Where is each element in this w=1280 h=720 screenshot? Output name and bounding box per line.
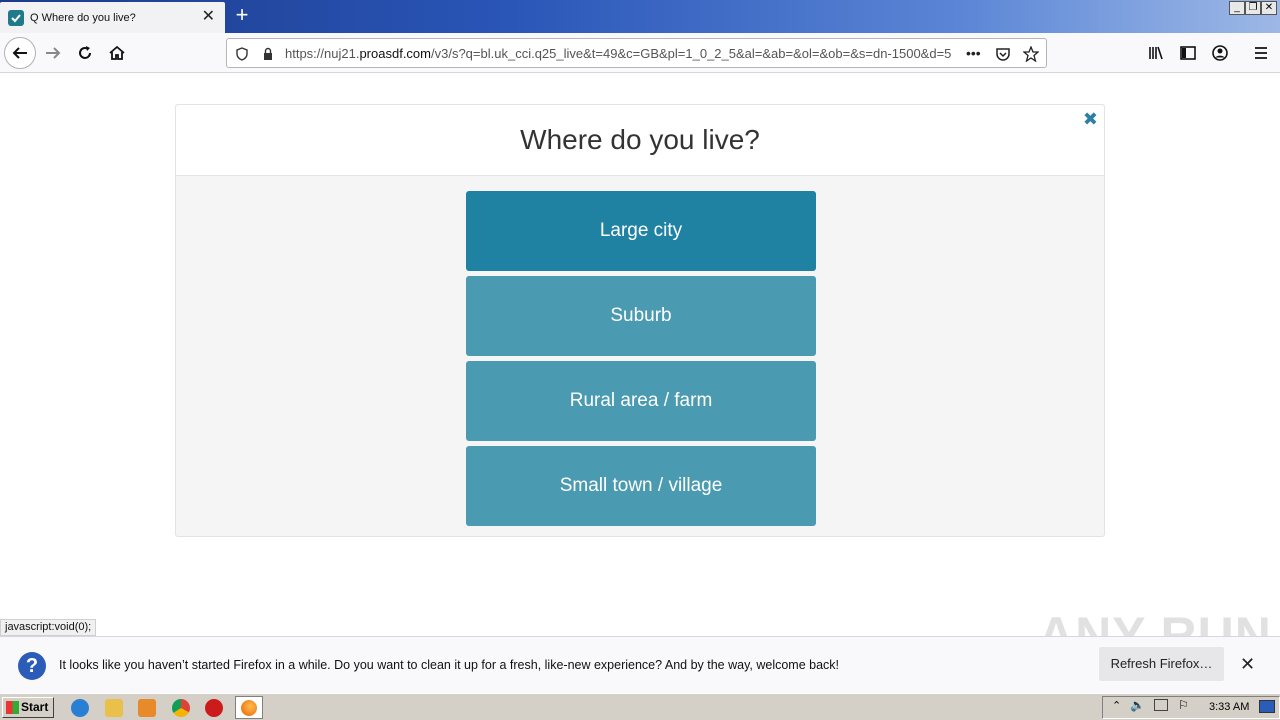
window-close-icon[interactable]: ✕ xyxy=(1261,1,1277,15)
option-button-suburb[interactable]: Suburb xyxy=(466,276,816,356)
survey-header: Where do you live? ✖ xyxy=(176,105,1104,176)
survey-options: Large city Suburb Rural area / farm Small t… xyxy=(466,191,816,531)
page-actions-icon[interactable]: ••• xyxy=(966,45,981,61)
opera-icon[interactable] xyxy=(205,699,223,717)
show-desktop-icon[interactable] xyxy=(1259,700,1275,713)
media-player-icon[interactable] xyxy=(138,699,156,717)
library-icon[interactable] xyxy=(1142,39,1170,67)
tray-expand-icon[interactable]: ⌃ xyxy=(1112,699,1121,712)
system-tray xyxy=(1102,696,1280,719)
close-icon[interactable]: ✖ xyxy=(1083,109,1098,130)
internet-explorer-icon[interactable] xyxy=(71,699,89,717)
shield-icon[interactable] xyxy=(233,45,251,63)
tab-title: Q Where do you live? xyxy=(30,11,136,24)
window-titlebar: Q Where do you live? ✕ + _ ❐ ✕ xyxy=(0,0,1280,33)
start-button[interactable]: Start xyxy=(2,697,54,718)
notification-bar: ? It looks like you haven’t started Fire… xyxy=(0,636,1280,693)
notification-close-icon[interactable]: ✕ xyxy=(1240,655,1255,673)
windows-taskbar: Start ⌃ 🔈 ⚐ 3:33 AM xyxy=(0,693,1280,720)
minimize-icon[interactable]: _ xyxy=(1229,1,1245,15)
reload-icon[interactable] xyxy=(71,39,99,67)
account-icon[interactable] xyxy=(1206,39,1234,67)
survey-panel: Where do you live? ✖ Large city Suburb Rur… xyxy=(175,104,1105,537)
forward-arrow-icon[interactable] xyxy=(39,39,67,67)
windows-logo-icon xyxy=(6,701,19,714)
lock-icon[interactable] xyxy=(259,45,277,63)
status-link-preview: javascript:void(0); xyxy=(0,619,97,636)
new-tab-icon[interactable]: + xyxy=(230,4,254,28)
back-arrow-icon[interactable] xyxy=(4,37,36,69)
navigation-toolbar: https://nuj21.proasdf.com/v3/s?q=bl.uk_c… xyxy=(0,33,1280,73)
action-center-flag-icon[interactable]: ⚐ xyxy=(1178,698,1189,712)
taskbar-firefox-button[interactable] xyxy=(235,696,263,719)
taskbar-clock: 3:33 AM xyxy=(1209,701,1250,713)
option-button-large-city[interactable]: Large city xyxy=(466,191,816,271)
url-bar[interactable]: https://nuj21.proasdf.com/v3/s?q=bl.uk_c… xyxy=(226,38,1047,68)
notification-message: It looks like you haven’t started Firefo… xyxy=(59,658,840,672)
folder-icon[interactable] xyxy=(105,699,123,717)
pocket-icon[interactable] xyxy=(994,45,1012,63)
tab-active[interactable]: Q Where do you live? ✕ xyxy=(0,2,225,33)
home-icon[interactable] xyxy=(103,39,131,67)
tab-close-icon[interactable]: ✕ xyxy=(202,9,215,25)
chrome-icon[interactable] xyxy=(172,699,190,717)
option-button-small-town-village[interactable]: Small town / village xyxy=(466,446,816,526)
hamburger-menu-icon[interactable] xyxy=(1247,39,1275,67)
survey-question: Where do you live? xyxy=(520,124,760,155)
restore-icon[interactable]: ❐ xyxy=(1245,1,1261,15)
bookmark-star-icon[interactable] xyxy=(1022,45,1040,63)
firefox-icon xyxy=(241,700,257,716)
question-icon: ? xyxy=(18,652,46,680)
volume-icon[interactable]: 🔈 xyxy=(1130,698,1145,712)
network-icon[interactable] xyxy=(1154,699,1168,711)
refresh-firefox-button[interactable]: Refresh Firefox… xyxy=(1099,647,1224,681)
sidebar-icon[interactable] xyxy=(1174,39,1202,67)
url-text: https://nuj21.proasdf.com/v3/s?q=bl.uk_c… xyxy=(285,46,952,61)
checkmark-favicon-icon xyxy=(8,9,24,26)
option-button-rural-area-farm[interactable]: Rural area / farm xyxy=(466,361,816,441)
